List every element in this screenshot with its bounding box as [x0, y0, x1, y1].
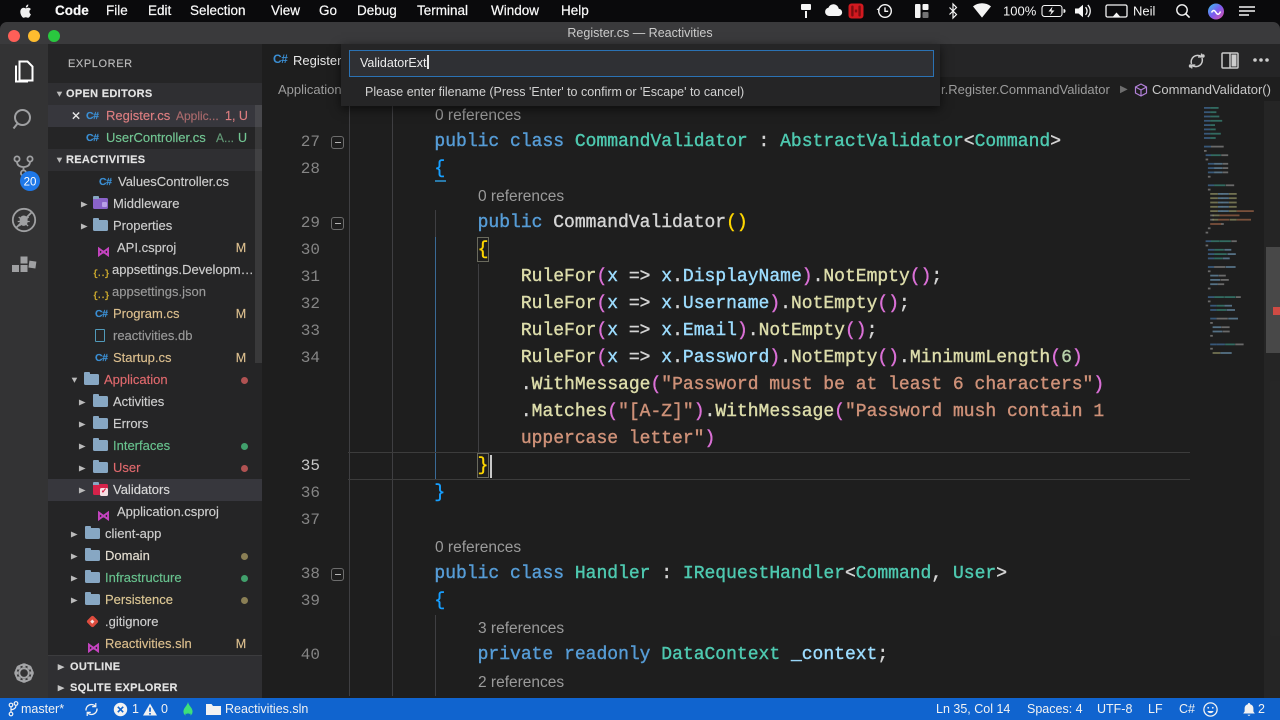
svg-text:100%: 100%	[1003, 4, 1037, 19]
svg-text:20: 20	[24, 177, 37, 189]
svg-text:Neil: Neil	[1133, 4, 1156, 19]
